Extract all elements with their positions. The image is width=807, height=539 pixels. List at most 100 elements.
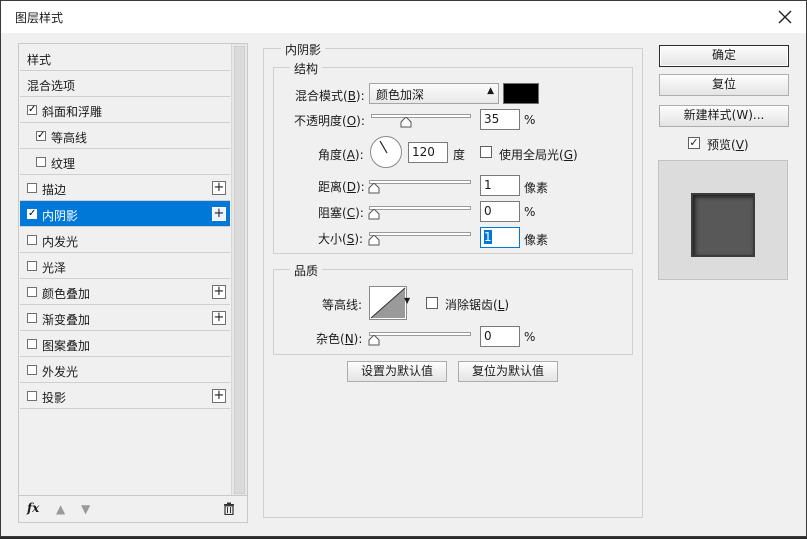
contour-dropdown-arrow[interactable]: ▼ [404,296,410,305]
distance-unit: 像素 [524,181,549,195]
shadow-color-swatch[interactable] [503,83,539,104]
reset-button[interactable]: 复位 [659,74,789,96]
reset-default-button[interactable]: 复位为默认值 [458,361,558,382]
contour-linear-icon [370,287,406,319]
style-item[interactable]: 图案叠加 [20,331,230,357]
style-item[interactable]: 渐变叠加 + [20,305,230,331]
size-slider-knob[interactable] [368,235,380,246]
style-item[interactable]: ✓ 斜面和浮雕 [20,97,230,123]
size-slider[interactable] [368,230,471,246]
add-icon[interactable]: + [212,311,226,325]
style-item-checkbox[interactable] [27,261,37,271]
noise-input[interactable]: 0 [480,326,520,347]
style-item-checkbox[interactable] [27,313,37,323]
style-item-checkbox[interactable] [27,339,37,349]
style-item-checkbox[interactable]: ✓ [27,209,37,219]
title-bar: 图层样式 [1,1,806,33]
size-unit: 像素 [524,233,549,247]
style-item-label: 内阴影 [42,209,79,223]
add-icon[interactable]: + [212,207,226,221]
dialog-title: 图层样式 [15,11,64,25]
style-item-checkbox[interactable] [27,287,37,297]
style-item[interactable]: ✓ 内阴影 + [20,201,230,227]
global-light-label: 使用全局光(G) [499,148,578,162]
opacity-input[interactable]: 35 [480,109,520,130]
style-list-scrollbar[interactable] [231,44,247,496]
choke-input[interactable]: 0 [480,201,520,222]
style-item[interactable]: 内发光 [20,227,230,253]
opacity-slider[interactable] [371,112,471,128]
distance-slider[interactable] [368,178,471,194]
distance-slider-knob[interactable] [368,183,380,194]
choke-unit: % [524,205,536,219]
choke-label: 阻塞(C): [318,206,364,220]
antialias-label: 消除锯齿(L) [445,298,510,312]
add-icon[interactable]: + [212,181,226,195]
style-item[interactable]: 外发光 [20,357,230,383]
fx-button[interactable]: fx [27,501,39,515]
contour-label: 等高线: [322,298,363,312]
contour-picker[interactable] [369,286,407,320]
style-item-label: 等高线 [51,131,88,145]
choke-slider-knob[interactable] [368,209,380,220]
style-item[interactable]: 样式 [20,45,230,71]
style-item[interactable]: 纹理 [20,149,230,175]
arrow-down-icon[interactable]: ▼ [81,502,90,516]
angle-label: 角度(A): [318,148,364,162]
opacity-slider-knob[interactable] [400,117,412,128]
style-item-label: 内发光 [42,235,79,249]
size-label: 大小(S): [318,232,364,246]
angle-dial-needle [379,140,388,154]
style-item-label: 混合选项 [27,79,76,93]
close-icon[interactable] [776,8,794,26]
blend-mode-label: 混合模式(B): [295,89,365,103]
style-item-label: 描边 [42,183,67,197]
global-light-checkbox[interactable] [480,146,492,158]
panel-title: 内阴影 [281,41,326,58]
arrow-up-icon[interactable]: ▲ [56,502,65,516]
style-item-checkbox[interactable]: ✓ [27,105,37,115]
angle-input[interactable]: 120 [408,142,448,163]
style-preview [658,160,788,280]
style-item[interactable]: ✓ 等高线 [20,123,230,149]
distance-input[interactable]: 1 [480,175,520,196]
opacity-unit: % [524,113,536,127]
preview-thumbnail [691,193,755,257]
style-item-checkbox[interactable]: ✓ [36,131,46,141]
style-item[interactable]: 颜色叠加 + [20,279,230,305]
style-item[interactable]: 投影 + [20,383,230,409]
antialias-checkbox[interactable] [426,297,438,309]
opacity-label: 不透明度(O): [294,114,365,128]
set-default-button[interactable]: 设置为默认值 [347,361,447,382]
preview-checkbox[interactable]: ✓ [688,137,700,149]
select-arrows-icon: ▲ [487,86,494,96]
style-item-checkbox[interactable] [27,235,37,245]
style-item-label: 样式 [27,53,52,67]
noise-slider-knob[interactable] [368,335,380,346]
style-item-label: 投影 [42,391,67,405]
style-list: fx ▲ ▼ 样式 混合选项 ✓ 斜面和浮雕 ✓ 等高线 纹理 描边 + ✓ 内阴影 + 内发光 光泽 颜色… [18,43,248,523]
ok-button[interactable]: 确定 [659,45,789,67]
style-list-footer: fx ▲ ▼ [19,495,247,522]
style-item-checkbox[interactable] [27,183,37,193]
add-icon[interactable]: + [212,389,226,403]
style-item-label: 斜面和浮雕 [42,105,103,119]
style-item[interactable]: 光泽 [20,253,230,279]
quality-legend: 品质 [290,262,323,279]
style-item-checkbox[interactable] [27,391,37,401]
style-item-label: 渐变叠加 [42,313,91,327]
add-icon[interactable]: + [212,285,226,299]
preview-label: 预览(V) [707,138,749,152]
style-item[interactable]: 混合选项 [20,71,230,97]
blend-mode-select[interactable]: 颜色加深 ▲ [369,83,499,104]
style-item[interactable]: 描边 + [20,175,230,201]
noise-slider[interactable] [368,330,471,346]
style-item-checkbox[interactable] [36,157,46,167]
angle-dial[interactable] [370,136,402,168]
new-style-button[interactable]: 新建样式(W)... [659,105,789,127]
trash-icon[interactable] [223,502,235,515]
choke-slider[interactable] [368,204,471,220]
size-input[interactable]: 1 [480,227,520,248]
style-item-label: 颜色叠加 [42,287,91,301]
style-item-checkbox[interactable] [27,365,37,375]
